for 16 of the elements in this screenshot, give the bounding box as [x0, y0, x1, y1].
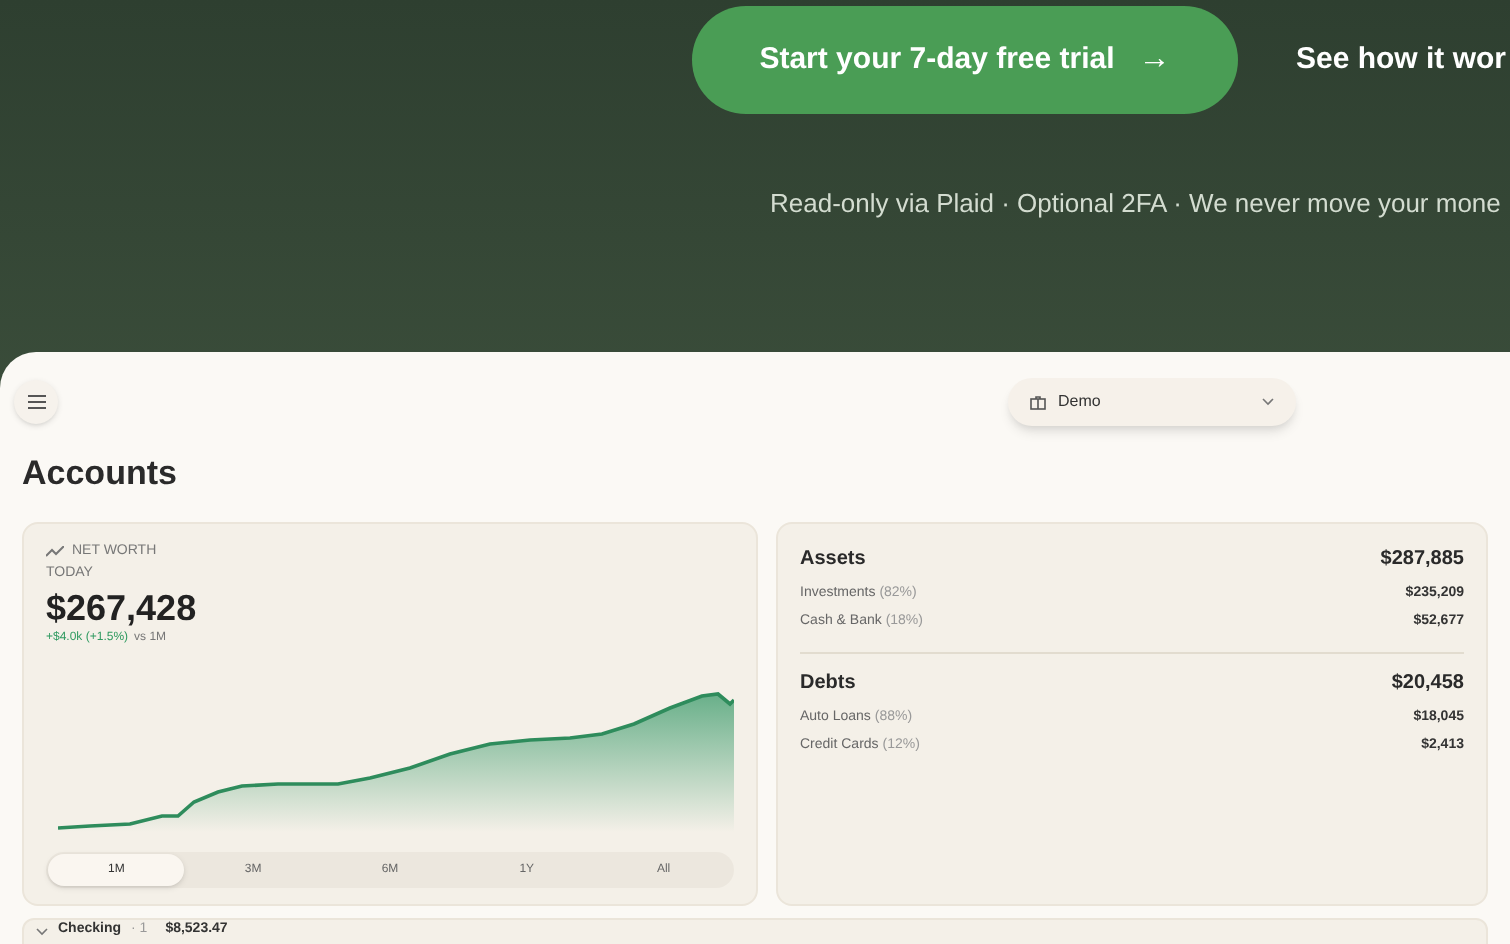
trial-button[interactable]: Start your 7-day free trial → [692, 6, 1238, 114]
arrow-icon: → [1138, 36, 1171, 84]
group-name: Assets [800, 545, 866, 573]
see-how-link[interactable]: See how it wor [1296, 37, 1507, 83]
group-total: $20,458 [1391, 669, 1464, 697]
briefcase-icon [1030, 395, 1046, 409]
page-title: Accounts [22, 452, 179, 496]
net-worth-value: $267,428 [46, 585, 199, 630]
menu-button[interactable] [14, 380, 58, 424]
trend-icon [46, 545, 64, 558]
menu-icon [27, 394, 45, 410]
chevron-down-icon [1262, 398, 1274, 406]
group-name: Debts [800, 669, 856, 697]
group-total: $287,885 [1380, 545, 1464, 573]
security-note: Read-only via Plaid · Optional 2FA · We never move your mone [770, 188, 1501, 218]
workspace-dropdown[interactable]: Demo [1008, 378, 1296, 426]
